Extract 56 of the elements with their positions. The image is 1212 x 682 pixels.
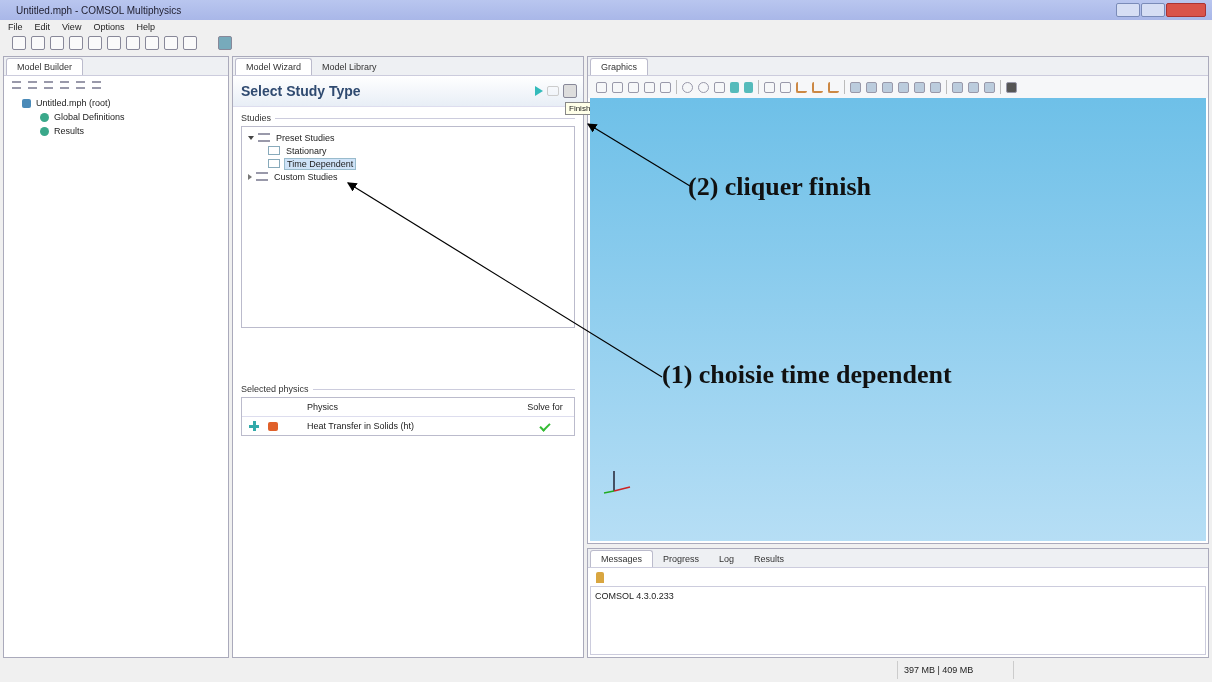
tree-item[interactable]: Untitled.mph (root)	[36, 98, 111, 108]
panel-tab[interactable]: Messages	[590, 550, 654, 567]
panel-tab[interactable]: Model Builder	[6, 58, 84, 75]
wizard-heading: Select Study Type	[241, 83, 361, 99]
model-icon	[22, 98, 31, 108]
menu-item[interactable]: File	[8, 21, 23, 32]
menu-item[interactable]: Edit	[34, 21, 51, 32]
expander-icon[interactable]	[248, 173, 252, 180]
toolbar-icon[interactable]	[126, 36, 140, 50]
panel-tab[interactable]: Results	[744, 551, 795, 567]
panel-tab[interactable]: Progress	[653, 551, 710, 567]
tree-item[interactable]: Results	[54, 126, 84, 136]
next-icon[interactable]	[535, 86, 543, 96]
study-icon	[268, 159, 280, 168]
log-text: COMSOL 4.3.0.233	[595, 591, 674, 601]
section-label: Selected physics	[241, 384, 309, 394]
menu-item[interactable]: View	[62, 21, 82, 32]
minimize-button[interactable]	[1116, 3, 1140, 17]
annotation-text: (2) cliquer finish	[688, 172, 871, 202]
tree-item[interactable]: Time Dependent	[284, 157, 357, 170]
toolbar-icon[interactable]	[88, 36, 102, 50]
menu-item[interactable]: Options	[93, 21, 125, 32]
column-header: Solve for	[526, 402, 564, 412]
tree-item[interactable]: Global Definitions	[54, 112, 125, 122]
toolbar-icon[interactable]	[164, 36, 178, 50]
panel-tab[interactable]: Model Wizard	[235, 58, 312, 75]
toolbar-icon[interactable]	[69, 36, 83, 50]
node-icon	[40, 112, 49, 122]
close-button[interactable]	[1166, 3, 1206, 17]
maximize-button[interactable]	[1141, 3, 1165, 17]
panel-tab[interactable]: Log	[709, 551, 745, 567]
menu-item[interactable]: Help	[136, 21, 155, 32]
tree-item[interactable]: Custom Studies	[272, 171, 340, 182]
annotation-text: (1) choisie time dependent	[662, 360, 952, 390]
finish-button[interactable]	[563, 84, 577, 98]
memory-usage: 397 MB | 409 MB	[897, 661, 1015, 679]
toolbar-icon[interactable]	[183, 36, 197, 50]
table-cell-text: Heat Transfer in Solids (ht)	[307, 421, 416, 431]
panel-tab[interactable]: Model Library	[312, 59, 387, 75]
node-icon	[40, 126, 49, 136]
column-header: Physics	[307, 402, 339, 412]
toolbar-icon[interactable]	[12, 36, 26, 50]
back-icon[interactable]	[547, 86, 559, 96]
tree-item[interactable]: Preset Studies	[274, 132, 337, 143]
toolbar-icon[interactable]	[1006, 81, 1017, 93]
panel-tab[interactable]: Graphics	[590, 58, 648, 75]
toolbar-icon[interactable]	[145, 36, 159, 50]
toolbar-icon[interactable]	[107, 36, 121, 50]
expander-icon[interactable]	[248, 135, 254, 140]
tree-item[interactable]: Stationary	[284, 145, 329, 156]
toolbar-icon[interactable]	[31, 36, 45, 50]
toolbar-icon[interactable]	[50, 36, 64, 50]
study-icon	[268, 146, 280, 155]
physics-icon	[268, 421, 278, 431]
section-label: Studies	[241, 113, 272, 123]
window-title: Untitled.mph - COMSOL Multiphysics	[16, 4, 182, 16]
